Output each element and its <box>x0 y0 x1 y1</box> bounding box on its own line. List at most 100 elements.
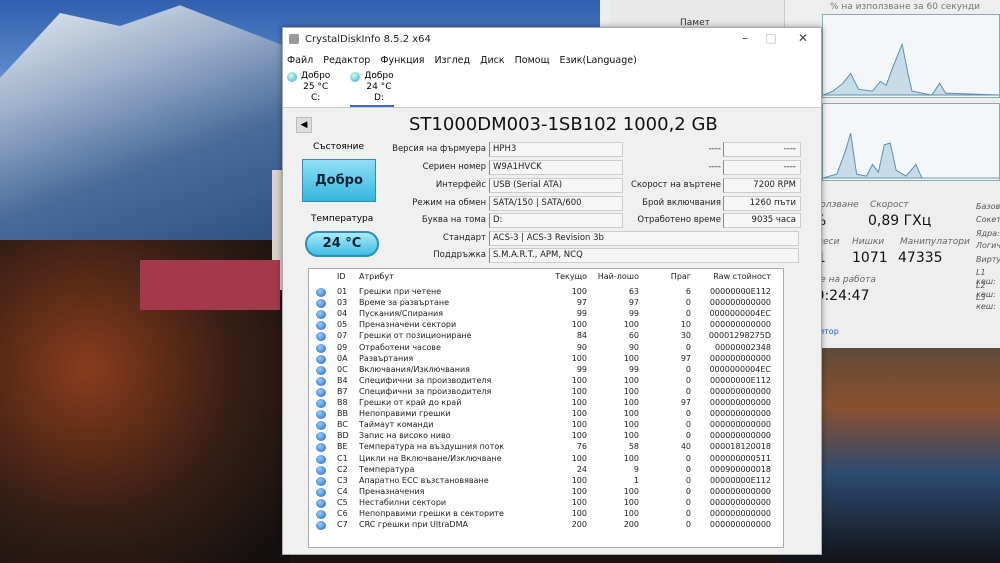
attr-name: Непоправими грешки <box>359 409 451 419</box>
attr-name: Непоправими грешки в секторите <box>359 509 504 518</box>
attr-name: Грешки от позициониране <box>359 331 472 341</box>
crystaldiskinfo-window: CrystalDiskInfo 8.5.2 x64 – □ ✕ Файл Ред… <box>282 27 822 555</box>
attr-name: Специфични за производителя <box>359 375 492 385</box>
transfer-mode-value: SATA/150 | SATA/600 <box>489 196 623 211</box>
serial-label: Сериен номер <box>422 162 486 172</box>
attr-worst: 90 <box>628 342 639 352</box>
table-row[interactable]: 0C Включвания/Изключвания 99 99 0 0000000004E… <box>309 365 783 375</box>
status-dot-icon <box>316 365 326 375</box>
table-row[interactable]: 04 Пускания/Спирания 99 99 0 0000000004EC <box>309 309 783 320</box>
attr-raw: 000000000000 <box>709 431 771 441</box>
attr-raw: 000000000000 <box>709 298 771 308</box>
attr-current: 200 <box>571 520 587 530</box>
disk-status: Добро <box>301 71 331 81</box>
header-current[interactable]: Текущо <box>555 272 587 282</box>
table-row[interactable]: C2 Температура 24 9 0 000900000018 <box>309 465 783 475</box>
transfer-mode-label: Режим на обмен <box>412 198 486 208</box>
status-dot-icon <box>316 332 326 342</box>
table-header: ID Атрибут Текущо Най-лошо Праг Raw стой… <box>309 272 783 282</box>
header-raw-value[interactable]: Raw стойност <box>713 272 771 282</box>
header-threshold[interactable]: Праг <box>671 272 691 282</box>
side-label: Логиче <box>976 241 1000 250</box>
health-status-button[interactable]: Добро <box>302 159 376 202</box>
smart-attributes-table[interactable]: ID Атрибут Текущо Най-лошо Праг Raw стой… <box>308 268 784 548</box>
table-row[interactable]: 0A Развъртания 100 100 97 000000000000 <box>309 354 783 364</box>
table-row[interactable]: BD Запис на високо ниво 100 100 0 00000000000… <box>309 431 783 442</box>
attr-current: 90 <box>576 342 587 352</box>
menu-function[interactable]: Функция <box>380 55 424 66</box>
status-dot-icon <box>316 343 326 353</box>
attr-current: 100 <box>571 375 587 385</box>
attr-threshold: 0 <box>685 509 691 518</box>
attr-worst: 60 <box>628 331 639 341</box>
attr-raw: 000018120018 <box>709 442 771 452</box>
table-row[interactable]: 05 Преназначени сектори 100 100 10 0000000000… <box>309 320 783 331</box>
table-row[interactable]: BB Непоправими грешки 100 100 0 000000000000 <box>309 409 783 420</box>
threads-value: 1071 <box>852 250 888 266</box>
table-row[interactable]: C7 CRC грешки при UltraDMA 200 200 0 00000000… <box>309 520 783 531</box>
attr-raw: 000000000000 <box>709 497 771 507</box>
disk-tab-d[interactable]: Добро 24 °C D: <box>350 70 394 107</box>
power-count-label: Брой включвания <box>642 198 721 208</box>
status-dot-icon <box>316 521 326 531</box>
temperature-label: Температура <box>311 214 374 224</box>
attr-current: 100 <box>571 497 587 507</box>
header-id[interactable]: ID <box>337 272 346 282</box>
table-row[interactable]: BC Таймаут команди 100 100 0 000000000000 <box>309 420 783 431</box>
drive-letter-value: D: <box>489 213 623 228</box>
attr-worst: 97 <box>628 298 639 308</box>
status-dot-icon <box>316 443 326 453</box>
status-dot-icon <box>316 310 326 320</box>
maximize-button[interactable]: □ <box>759 31 783 45</box>
table-row[interactable]: C3 Апаратно ECC възстановяване 100 1 0 000000… <box>309 476 783 486</box>
standard-value: ACS-3 | ACS-3 Revision 3b <box>489 231 799 246</box>
table-row[interactable]: C1 Цикли на Включване/Изключване 100 100 0 00… <box>309 454 783 464</box>
menu-file[interactable]: Файл <box>287 55 313 66</box>
table-row[interactable]: 09 Отработени часове 90 90 0 00000002348 <box>309 343 783 353</box>
attr-raw: 000000000511 <box>709 453 771 463</box>
attr-worst: 100 <box>623 453 639 463</box>
previous-disk-button[interactable]: ◀ <box>296 117 312 133</box>
status-dot-icon <box>316 288 326 297</box>
header-worst[interactable]: Най-лошо <box>598 272 639 282</box>
table-row[interactable]: 01 Грешки при четене 100 63 6 00000000E112 <box>309 287 783 297</box>
close-button[interactable]: ✕ <box>791 31 815 45</box>
firmware-value: HPH3 <box>489 142 623 157</box>
disk-model: ST1000DM003-1SB102 1000,2 GB <box>409 114 718 135</box>
attr-name: Температура <box>359 464 415 474</box>
table-row[interactable]: C6 Непоправими грешки в секторите 100 100 0 0… <box>309 509 783 519</box>
table-row[interactable]: C4 Преназначения 100 100 0 000000000000 <box>309 487 783 497</box>
menu-help[interactable]: Помощ <box>515 55 550 66</box>
attr-raw: 00000000E112 <box>709 375 771 385</box>
attr-name: Запис на високо ниво <box>359 431 451 441</box>
attr-threshold: 0 <box>685 453 691 463</box>
table-row[interactable]: C5 Нестабилни сектори 100 100 0 000000000000 <box>309 498 783 508</box>
menu-language[interactable]: Език(Language) <box>560 55 637 66</box>
attr-threshold: 0 <box>685 375 691 385</box>
table-row[interactable]: 03 Време за развъртане 97 97 0 000000000000 <box>309 298 783 309</box>
temperature-button[interactable]: 24 °C <box>305 231 379 257</box>
disk-status: Добро <box>364 71 394 81</box>
table-row[interactable]: B8 Грешки от край до край 100 100 97 00000000… <box>309 398 783 408</box>
attr-name: Грешки при четене <box>359 287 442 296</box>
menu-edit[interactable]: Редактор <box>323 55 370 66</box>
attr-name: Развъртания <box>359 353 414 363</box>
status-dot-icon <box>316 299 326 309</box>
header-attribute[interactable]: Атрибут <box>359 272 394 282</box>
table-row[interactable]: 07 Грешки от позициониране 84 60 30 000012982… <box>309 331 783 342</box>
table-row[interactable]: B7 Специфични за производителя 100 100 0 0000… <box>309 387 783 397</box>
rotation-value: 7200 RPM <box>723 178 801 193</box>
features-label: Поддръжка <box>433 250 486 260</box>
table-row[interactable]: BE Температура на въздушния поток 76 58 40 00… <box>309 442 783 453</box>
attr-threshold: 0 <box>685 309 691 319</box>
table-row[interactable]: B4 Специфични за производителя 100 100 0 0000… <box>309 376 783 386</box>
disk-tab-c[interactable]: Добро 25 °C C: <box>287 70 330 107</box>
attr-name: Таймаут команди <box>359 420 434 430</box>
handles-value: 47335 <box>898 250 943 266</box>
menu-view[interactable]: Изглед <box>434 55 470 66</box>
attr-name: Специфични за производителя <box>359 386 492 396</box>
minimize-button[interactable]: – <box>733 31 757 45</box>
menu-disk[interactable]: Диск <box>480 55 505 66</box>
attr-worst: 100 <box>623 353 639 363</box>
attr-raw: 000000000000 <box>709 386 771 396</box>
